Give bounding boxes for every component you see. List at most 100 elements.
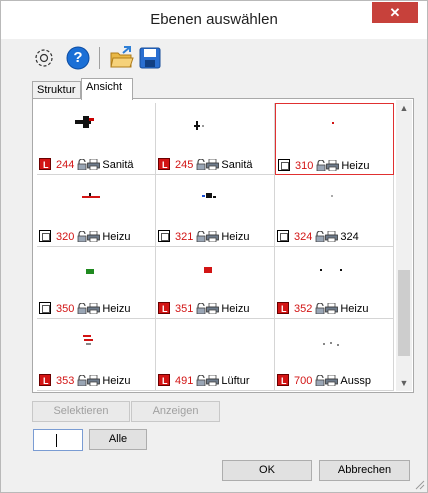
- layer-name: Lüftur: [221, 375, 250, 387]
- lock-icon[interactable]: [196, 158, 206, 171]
- layer-name: Heizu: [102, 375, 131, 387]
- lock-icon[interactable]: [315, 230, 325, 243]
- layer-visibility-icon[interactable]: [39, 230, 51, 242]
- layer-select-dialog: Ebenen auswählen ✕ ? Struktur Ansicht L2…: [0, 0, 428, 493]
- layer-tile[interactable]: 310 Heizu: [275, 103, 394, 175]
- tab-ansicht[interactable]: Ansicht: [81, 78, 133, 100]
- open-folder-icon[interactable]: [109, 45, 135, 71]
- layer-number: 324: [294, 231, 313, 243]
- layer-tile[interactable]: 244 Sanitä: [37, 103, 156, 175]
- layer-visibility-icon[interactable]: [39, 157, 51, 173]
- layer-name: Heizu: [340, 303, 369, 315]
- help-icon[interactable]: ?: [65, 45, 91, 71]
- help-glyph: ?: [73, 49, 83, 66]
- all-button[interactable]: Alle: [89, 429, 147, 450]
- layer-preview-thumbnail: [332, 122, 334, 124]
- layer-visibility-icon[interactable]: [158, 230, 170, 242]
- tab-struktur[interactable]: Struktur: [32, 81, 81, 99]
- show-button[interactable]: Anzeigen: [131, 401, 220, 422]
- layer-visibility-icon[interactable]: [39, 302, 51, 314]
- layer-preview-thumbnail: [331, 195, 333, 197]
- lock-icon[interactable]: [77, 230, 87, 243]
- save-icon[interactable]: [137, 45, 163, 71]
- lock-icon[interactable]: [315, 302, 325, 315]
- layer-caption: 245 Sanitä: [158, 157, 274, 173]
- layer-visibility-icon[interactable]: [158, 301, 170, 317]
- printer-icon[interactable]: [87, 230, 101, 243]
- layer-preview-thumbnail: [83, 335, 93, 345]
- lock-icon[interactable]: [196, 230, 206, 243]
- resize-grip-icon[interactable]: [415, 480, 425, 490]
- settings-icon[interactable]: [31, 45, 57, 71]
- layer-preview-thumbnail: [323, 342, 339, 346]
- lock-icon[interactable]: [315, 374, 325, 387]
- layer-visibility-icon[interactable]: [277, 373, 289, 389]
- lock-icon[interactable]: [196, 302, 206, 315]
- layer-preview-thumbnail: [320, 269, 342, 271]
- layer-visibility-icon[interactable]: [277, 230, 289, 242]
- layer-tile[interactable]: 321 Heizu: [156, 175, 275, 247]
- scroll-up-arrow[interactable]: ▲: [396, 100, 412, 116]
- layer-number: 321: [175, 231, 194, 243]
- layer-caption: 353 Heizu: [39, 373, 155, 389]
- layer-visibility-icon[interactable]: [158, 157, 170, 173]
- layer-visibility-icon[interactable]: [278, 159, 290, 171]
- printer-icon[interactable]: [326, 159, 340, 172]
- layer-caption: 321 Heizu: [158, 229, 274, 245]
- toolbar: ?: [1, 39, 427, 77]
- layer-preview-thumbnail: [204, 267, 212, 273]
- layer-tile[interactable]: 324 324: [275, 175, 394, 247]
- layer-tile[interactable]: 491 Lüftur: [156, 319, 275, 391]
- layer-caption: 700 Aussp: [277, 373, 393, 389]
- layer-tile[interactable]: 353 Heizu: [37, 319, 156, 391]
- printer-icon[interactable]: [325, 302, 339, 315]
- printer-icon[interactable]: [206, 158, 220, 171]
- layer-caption: 352 Heizu: [277, 301, 393, 317]
- printer-icon[interactable]: [206, 230, 220, 243]
- printer-icon[interactable]: [325, 374, 339, 387]
- printer-icon[interactable]: [206, 302, 220, 315]
- layer-visibility-icon[interactable]: [158, 373, 170, 389]
- scroll-thumb[interactable]: [398, 270, 410, 356]
- layer-name: Sanitä: [221, 159, 253, 171]
- layer-caption: 310 Heizu: [278, 158, 394, 174]
- printer-icon[interactable]: [87, 374, 101, 387]
- printer-icon[interactable]: [206, 374, 220, 387]
- layer-tile[interactable]: 351 Heizu: [156, 247, 275, 319]
- layer-name: Sanitä: [102, 159, 134, 171]
- layer-caption: 324 324: [277, 229, 393, 245]
- lock-icon[interactable]: [77, 158, 87, 171]
- select-button[interactable]: Selektieren: [32, 401, 130, 422]
- lock-icon[interactable]: [77, 302, 87, 315]
- lock-icon[interactable]: [77, 374, 87, 387]
- layer-tile[interactable]: 700 Aussp: [275, 319, 394, 391]
- printer-icon[interactable]: [87, 158, 101, 171]
- close-button[interactable]: ✕: [372, 2, 418, 23]
- layer-preview-thumbnail: [82, 193, 100, 198]
- lock-icon[interactable]: [316, 159, 326, 172]
- scroll-down-arrow[interactable]: ▼: [396, 375, 412, 391]
- layer-number: 245: [175, 159, 194, 171]
- printer-icon[interactable]: [87, 302, 101, 315]
- layer-tile[interactable]: 245 Sanitä: [156, 103, 275, 175]
- filter-input[interactable]: [33, 429, 83, 451]
- lock-icon[interactable]: [196, 374, 206, 387]
- layer-tile[interactable]: 320 Heizu: [37, 175, 156, 247]
- printer-icon[interactable]: [325, 230, 339, 243]
- layer-name: Heizu: [102, 231, 131, 243]
- layer-number: 350: [56, 303, 75, 315]
- tab-label: Ansicht: [86, 81, 123, 93]
- cancel-button[interactable]: Abbrechen: [319, 460, 410, 481]
- layer-number: 351: [175, 303, 194, 315]
- layer-preview-panel: 244 Sanitä 245 Sanitä 310 Heizu 320 Heizu 321 Hei…: [32, 98, 414, 393]
- vertical-scrollbar[interactable]: ▲ ▼: [396, 100, 412, 391]
- layer-preview-thumbnail: [75, 116, 94, 128]
- layer-tile[interactable]: 352 Heizu: [275, 247, 394, 319]
- ok-button[interactable]: OK: [222, 460, 312, 481]
- layer-tile[interactable]: 350 Heizu: [37, 247, 156, 319]
- layer-preview-thumbnail: [202, 193, 216, 198]
- layer-visibility-icon[interactable]: [277, 301, 289, 317]
- layer-caption: 491 Lüftur: [158, 373, 274, 389]
- layer-caption: 351 Heizu: [158, 301, 274, 317]
- layer-visibility-icon[interactable]: [39, 373, 51, 389]
